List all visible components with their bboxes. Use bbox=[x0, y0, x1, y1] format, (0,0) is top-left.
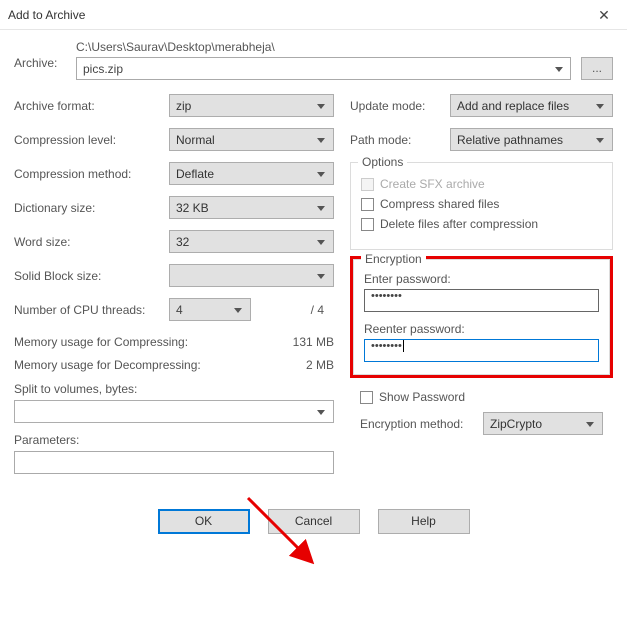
archive-label: Archive: bbox=[14, 40, 64, 70]
annotation-arrow-icon bbox=[240, 490, 330, 580]
footer-buttons: OK Cancel Help bbox=[14, 509, 613, 534]
mem-compress-label: Memory usage for Compressing: bbox=[14, 335, 188, 349]
dialog-content: Archive: C:\Users\Saurav\Desktop\merabhe… bbox=[0, 30, 627, 544]
show-password-label: Show Password bbox=[379, 390, 465, 404]
split-volumes-combo[interactable] bbox=[14, 400, 334, 423]
word-size-label: Word size: bbox=[14, 235, 169, 249]
path-mode-dropdown[interactable]: Relative pathnames bbox=[450, 128, 613, 151]
options-group: Options Create SFX archive Compress shar… bbox=[350, 162, 613, 250]
dictionary-size-dropdown[interactable]: 32 KB bbox=[169, 196, 334, 219]
dictionary-size-label: Dictionary size: bbox=[14, 201, 169, 215]
archive-row: Archive: C:\Users\Saurav\Desktop\merabhe… bbox=[14, 40, 613, 80]
options-legend: Options bbox=[358, 155, 407, 169]
ok-button[interactable]: OK bbox=[158, 509, 250, 534]
help-button[interactable]: Help bbox=[378, 509, 470, 534]
window-title: Add to Archive bbox=[8, 8, 85, 22]
mem-decompress-value: 2 MB bbox=[306, 358, 334, 372]
compress-shared-label: Compress shared files bbox=[380, 197, 499, 211]
word-size-dropdown[interactable]: 32 bbox=[169, 230, 334, 253]
encryption-method-dropdown[interactable]: ZipCrypto bbox=[483, 412, 603, 435]
enter-password-label: Enter password: bbox=[364, 272, 599, 286]
archive-file-value: pics.zip bbox=[83, 62, 123, 76]
compression-method-dropdown[interactable]: Deflate bbox=[169, 162, 334, 185]
compression-level-dropdown[interactable]: Normal bbox=[169, 128, 334, 151]
browse-button[interactable]: ... bbox=[581, 57, 613, 80]
compression-method-label: Compression method: bbox=[14, 167, 169, 181]
solid-block-size-dropdown[interactable] bbox=[169, 264, 334, 287]
split-volumes-label: Split to volumes, bytes: bbox=[14, 382, 334, 396]
compression-level-label: Compression level: bbox=[14, 133, 169, 147]
cpu-threads-max: / 4 bbox=[251, 303, 334, 317]
solid-block-size-label: Solid Block size: bbox=[14, 269, 169, 283]
archive-file-combo[interactable]: pics.zip bbox=[76, 57, 571, 80]
encryption-group: Encryption Enter password: •••••••• Reen… bbox=[353, 259, 610, 375]
mem-compress-value: 131 MB bbox=[293, 335, 334, 349]
right-column: Update mode: Add and replace files Path … bbox=[350, 94, 613, 474]
sfx-checkbox bbox=[361, 178, 374, 191]
parameters-label: Parameters: bbox=[14, 433, 334, 447]
reenter-password-input[interactable]: •••••••• bbox=[364, 339, 599, 362]
parameters-input[interactable] bbox=[14, 451, 334, 474]
compress-shared-checkbox[interactable] bbox=[361, 198, 374, 211]
encryption-extras: Show Password Encryption method: ZipCryp… bbox=[350, 378, 613, 435]
update-mode-label: Update mode: bbox=[350, 99, 450, 113]
archive-format-dropdown[interactable]: zip bbox=[169, 94, 334, 117]
mem-decompress-label: Memory usage for Decompressing: bbox=[14, 358, 201, 372]
show-password-checkbox[interactable] bbox=[360, 391, 373, 404]
encryption-highlight: Encryption Enter password: •••••••• Reen… bbox=[350, 256, 613, 378]
archive-path: C:\Users\Saurav\Desktop\merabheja\ bbox=[76, 40, 613, 54]
titlebar: Add to Archive ✕ bbox=[0, 0, 627, 30]
delete-after-checkbox[interactable] bbox=[361, 218, 374, 231]
cpu-threads-label: Number of CPU threads: bbox=[14, 303, 169, 317]
cpu-threads-dropdown[interactable]: 4 bbox=[169, 298, 251, 321]
delete-after-label: Delete files after compression bbox=[380, 217, 538, 231]
enter-password-input[interactable]: •••••••• bbox=[364, 289, 599, 312]
close-button[interactable]: ✕ bbox=[581, 0, 627, 30]
update-mode-dropdown[interactable]: Add and replace files bbox=[450, 94, 613, 117]
cancel-button[interactable]: Cancel bbox=[268, 509, 360, 534]
left-column: Archive format: zip Compression level: N… bbox=[14, 94, 334, 474]
encryption-legend: Encryption bbox=[361, 252, 426, 266]
path-mode-label: Path mode: bbox=[350, 133, 450, 147]
archive-format-label: Archive format: bbox=[14, 99, 169, 113]
sfx-label: Create SFX archive bbox=[380, 177, 485, 191]
reenter-password-label: Reenter password: bbox=[364, 322, 599, 336]
encryption-method-label: Encryption method: bbox=[360, 417, 473, 431]
